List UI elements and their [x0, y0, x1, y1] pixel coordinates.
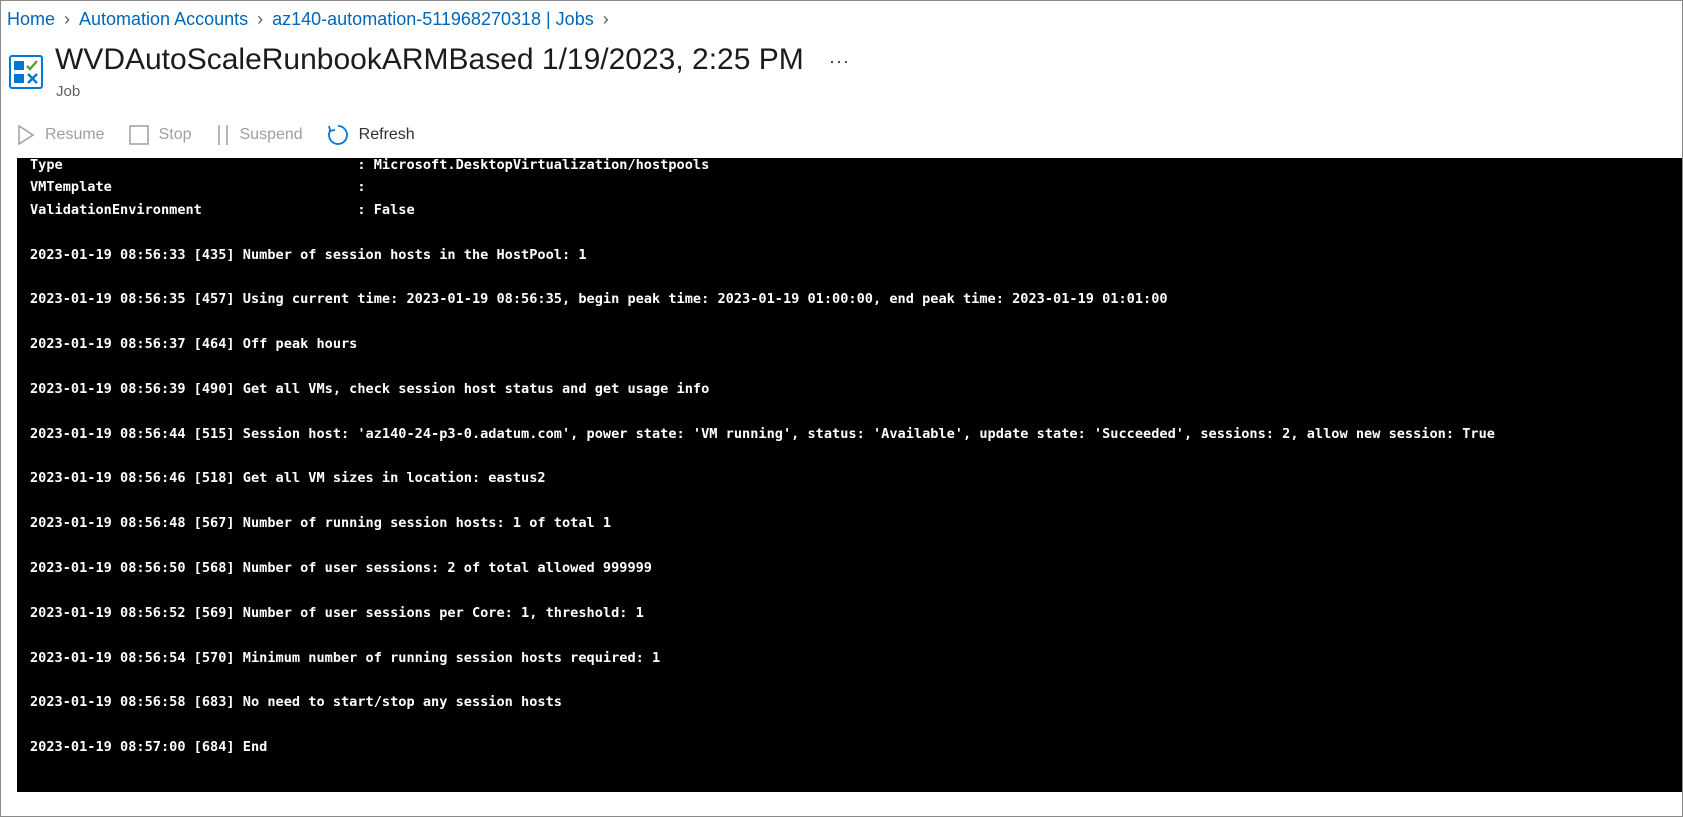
page-title: WVDAutoScaleRunbookARMBased 1/19/2023, 2… — [55, 43, 804, 76]
console-line: 2023-01-19 08:56:35 [457] Using current … — [30, 291, 1168, 308]
resume-button[interactable]: Resume — [17, 125, 105, 145]
console-line: 2023-01-19 08:56:37 [464] Off peak hours — [30, 336, 358, 353]
console-line: 2023-01-19 08:56:39 [490] Get all VMs, c… — [30, 380, 710, 397]
chevron-right-icon: › — [257, 9, 264, 29]
command-bar: Resume Stop Suspend Refresh — [17, 124, 439, 146]
refresh-icon — [327, 124, 349, 146]
job-output-console[interactable]: Type : Microsoft.DesktopVirtualization/h… — [17, 158, 1682, 792]
suspend-button[interactable]: Suspend — [216, 124, 303, 146]
resume-label: Resume — [45, 126, 105, 143]
chevron-right-icon: › — [602, 9, 609, 29]
console-output: Type : Microsoft.DesktopVirtualization/h… — [30, 158, 1495, 759]
job-icon — [9, 55, 43, 89]
pause-icon — [216, 124, 230, 146]
console-line: 2023-01-19 08:57:00 [684] End — [30, 739, 268, 756]
console-line: 2023-01-19 08:56:44 [515] Session host: … — [30, 425, 1495, 442]
console-line: VMTemplate : — [30, 179, 366, 196]
stop-button[interactable]: Stop — [128, 125, 192, 145]
console-line: ValidationEnvironment : False — [30, 201, 415, 218]
breadcrumb-automation-accounts[interactable]: Automation Accounts — [79, 9, 248, 30]
console-line: 2023-01-19 08:56:52 [569] Number of user… — [30, 604, 644, 621]
play-icon — [17, 125, 35, 145]
page-subtitle: Job — [56, 83, 81, 100]
chevron-right-icon: › — [64, 9, 71, 29]
suspend-label: Suspend — [239, 126, 303, 143]
job-blade: Home › Automation Accounts › az140-autom… — [0, 0, 1683, 817]
console-line: 2023-01-19 08:56:58 [683] No need to sta… — [30, 694, 562, 711]
refresh-button[interactable]: Refresh — [327, 124, 415, 146]
console-line: 2023-01-19 08:56:48 [567] Number of runn… — [30, 515, 612, 532]
console-line: 2023-01-19 08:56:54 [570] Minimum number… — [30, 649, 661, 666]
more-options-button[interactable]: ··· — [829, 51, 850, 72]
refresh-label: Refresh — [358, 126, 415, 143]
breadcrumb: Home › Automation Accounts › az140-autom… — [7, 9, 618, 30]
console-line: 2023-01-19 08:56:33 [435] Number of sess… — [30, 246, 587, 263]
breadcrumb-home[interactable]: Home — [7, 9, 55, 30]
console-line: 2023-01-19 08:56:50 [568] Number of user… — [30, 560, 652, 577]
console-line: Type : Microsoft.DesktopVirtualization/h… — [30, 158, 710, 173]
stop-icon — [128, 125, 149, 145]
breadcrumb-jobs[interactable]: az140-automation-511968270318 | Jobs — [272, 9, 594, 30]
stop-label: Stop — [158, 126, 192, 143]
console-line: 2023-01-19 08:56:46 [518] Get all VM siz… — [30, 470, 546, 487]
